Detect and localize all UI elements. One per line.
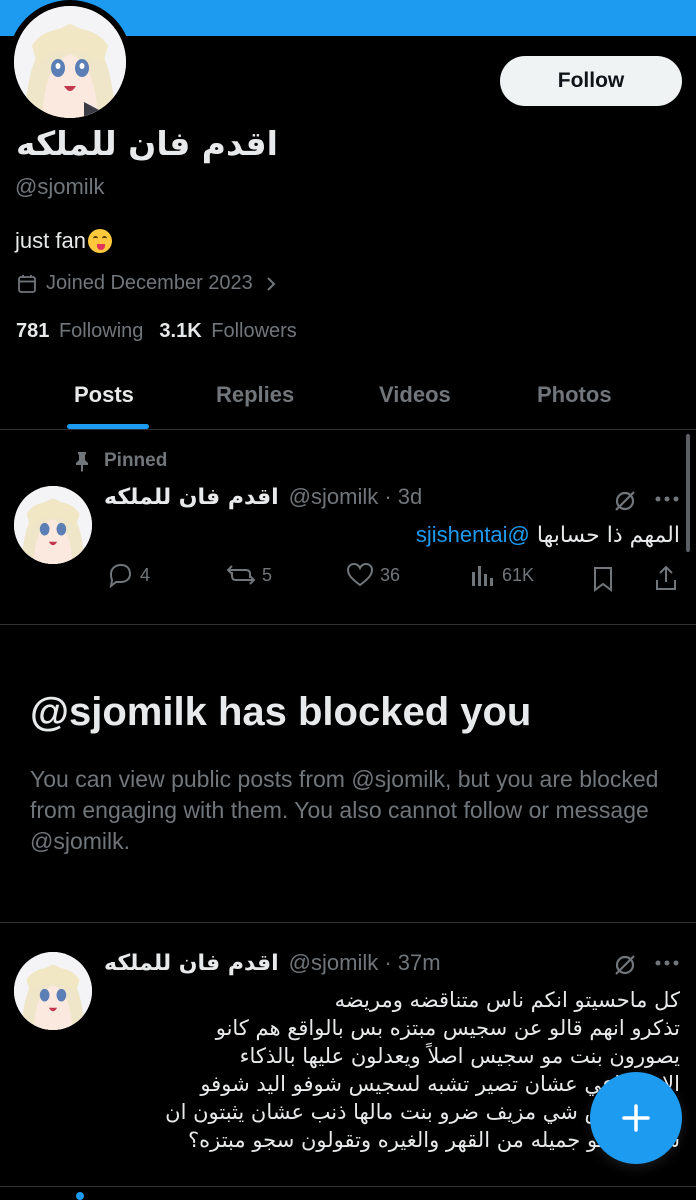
pinned-label: Pinned bbox=[104, 450, 168, 471]
followers-link[interactable]: 3.1K Followers bbox=[159, 320, 296, 343]
pinned-post-text: المهم ذا حسابها @sjishentai bbox=[416, 522, 680, 548]
pinned-post-header: اقدم فان للملكه @sjomilk · 3d bbox=[104, 484, 422, 510]
anime-avatar-image bbox=[14, 952, 92, 1030]
pinned-indicator: Pinned bbox=[72, 450, 167, 472]
pinned-post-text-body: المهم ذا حسابها bbox=[536, 523, 680, 548]
tab-posts[interactable]: Posts bbox=[74, 382, 134, 408]
scrollbar[interactable] bbox=[686, 434, 690, 552]
tab-videos[interactable]: Videos bbox=[379, 382, 451, 408]
profile-bio: just fan bbox=[15, 228, 112, 254]
reply-button[interactable]: 4 bbox=[106, 562, 150, 588]
post-author-meta: @sjomilk · 3d bbox=[288, 484, 423, 509]
chevron-right-icon bbox=[267, 276, 276, 291]
compose-post-button[interactable] bbox=[590, 1072, 682, 1164]
followers-label: Followers bbox=[211, 320, 297, 342]
face-savoring-food-emoji-icon bbox=[87, 229, 112, 253]
post-author-name[interactable]: اقدم فان للملكه bbox=[104, 485, 279, 510]
post-avatar[interactable] bbox=[14, 486, 92, 564]
share-icon[interactable] bbox=[654, 564, 678, 592]
post-text-line: كل ماحسيتو انكم ناس متناقضه ومريضه bbox=[334, 988, 680, 1012]
heart-icon bbox=[346, 562, 374, 587]
repost-button[interactable]: 5 bbox=[226, 562, 272, 588]
post-avatar[interactable] bbox=[14, 952, 92, 1030]
more-options-icon[interactable] bbox=[654, 958, 680, 968]
repost-icon bbox=[226, 565, 256, 585]
following-count: 781 bbox=[16, 320, 50, 342]
post-text-line: يصورون بنت مو سجيس اصلاً ويعدلون عليها ب… bbox=[239, 1044, 680, 1068]
reply-count: 4 bbox=[140, 564, 151, 585]
mention-link[interactable]: @sjishentai bbox=[416, 522, 530, 547]
post-text-line: الاصطناعي عشان تصير تشبه لسجيس شوفو اليد… bbox=[200, 1072, 680, 1096]
profile-display-name: اقدم فان للملكه bbox=[16, 124, 278, 163]
grok-icon[interactable] bbox=[612, 488, 638, 514]
following-label: Following bbox=[58, 320, 144, 342]
repost-count: 5 bbox=[262, 564, 273, 585]
tab-photos[interactable]: Photos bbox=[537, 382, 612, 408]
bottom-nav-bar bbox=[0, 1186, 696, 1200]
views-chart-icon bbox=[472, 566, 493, 586]
post-author-meta: @sjomilk · 37m bbox=[288, 950, 441, 975]
active-tab-indicator bbox=[67, 424, 149, 429]
like-button[interactable]: 36 bbox=[346, 562, 400, 588]
anime-avatar-image bbox=[14, 486, 92, 564]
second-post-header: اقدم فان للملكه @sjomilk · 37m bbox=[104, 950, 441, 976]
tab-replies[interactable]: Replies bbox=[216, 382, 294, 408]
follow-button[interactable]: Follow bbox=[500, 56, 682, 106]
post-divider bbox=[0, 922, 696, 923]
views-button[interactable]: 61K bbox=[470, 562, 534, 588]
post-text-line: تذكرو انهم قالو عن سجيس مبتزه بس بالواقع… bbox=[215, 1016, 680, 1040]
plus-icon bbox=[622, 1104, 650, 1132]
profile-avatar[interactable] bbox=[8, 0, 132, 124]
bio-text: just fan bbox=[15, 228, 86, 253]
joined-date[interactable]: Joined December 2023 bbox=[16, 272, 289, 295]
following-link[interactable]: 781 Following bbox=[16, 320, 143, 343]
blocked-description: You can view public posts from @sjomilk,… bbox=[30, 766, 659, 854]
bookmark-icon[interactable] bbox=[592, 566, 614, 592]
grok-icon[interactable] bbox=[612, 952, 638, 978]
post-divider bbox=[0, 624, 696, 625]
reply-icon bbox=[109, 563, 132, 588]
views-count: 61K bbox=[502, 564, 535, 585]
followers-count: 3.1K bbox=[159, 320, 202, 342]
like-count: 36 bbox=[380, 564, 401, 585]
follow-counts: 781 Following 3.1K Followers bbox=[16, 320, 297, 343]
pin-icon bbox=[76, 452, 88, 472]
profile-tabs: Posts Replies Videos Photos bbox=[0, 368, 696, 430]
anime-avatar-image bbox=[14, 6, 126, 118]
profile-handle: @sjomilk bbox=[15, 174, 105, 199]
more-options-icon[interactable] bbox=[654, 494, 680, 504]
pinned-post-actions: 4 5 36 61K bbox=[0, 562, 696, 596]
joined-label: Joined December 2023 bbox=[46, 272, 253, 294]
blocked-title: @sjomilk has blocked you bbox=[30, 690, 532, 734]
notification-dot bbox=[76, 1192, 84, 1200]
post-author-name[interactable]: اقدم فان للملكه bbox=[104, 951, 279, 976]
calendar-icon bbox=[18, 274, 36, 293]
